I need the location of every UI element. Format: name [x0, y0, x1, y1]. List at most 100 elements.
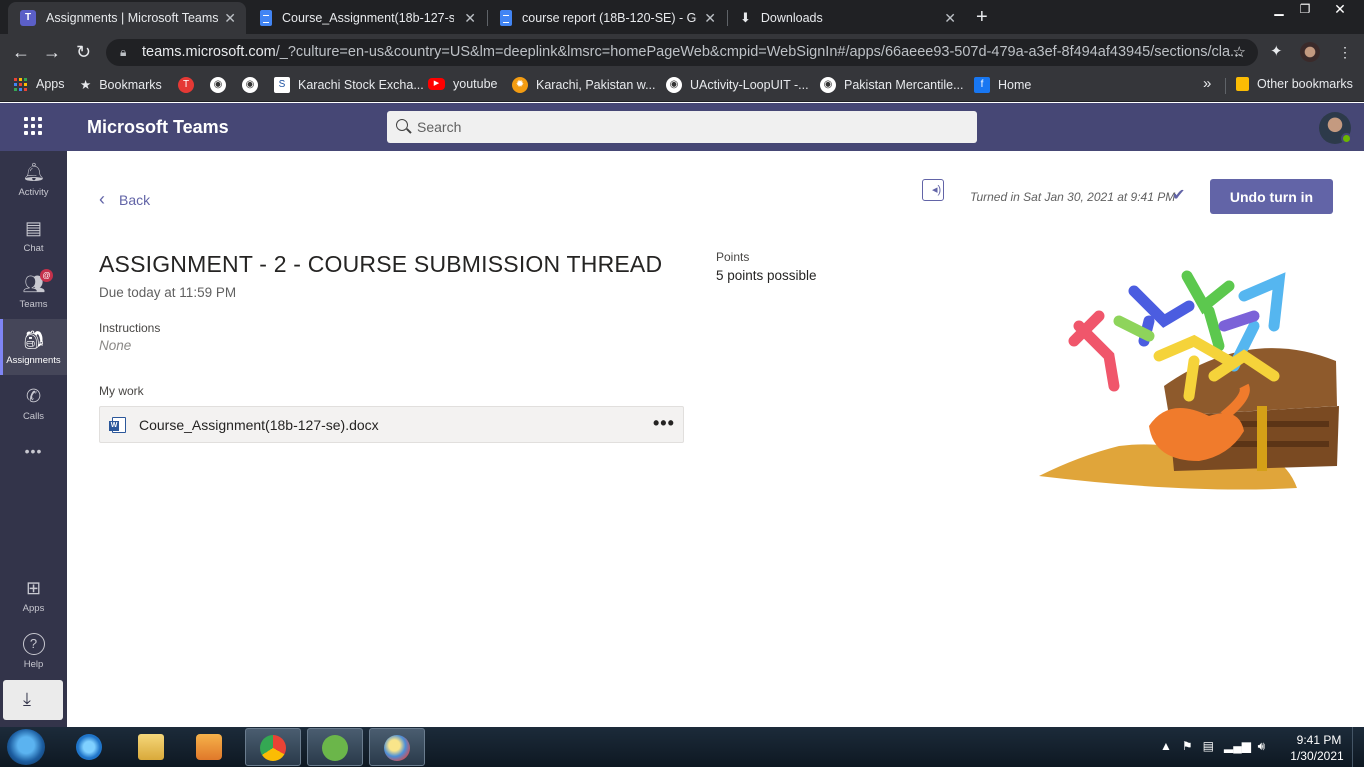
windows-taskbar: ▲ ⚑ ▤ ▂▄▆ 🔊︎ 9:41 PM 1/30/2021 [0, 727, 1364, 767]
mention-badge: @ [40, 269, 53, 282]
menu-kebab-icon[interactable]: ⋮ [1338, 42, 1352, 62]
rail-more-button[interactable]: ••• [0, 443, 67, 473]
utorrent-taskbar-icon[interactable] [307, 728, 363, 766]
app-rail: 🔔︎ Activity ▤ Chat 👥︎ Teams 🎒︎ Assignmen… [0, 151, 67, 727]
instructions-value: None [99, 338, 132, 353]
more-options-icon[interactable]: ••• [653, 413, 675, 434]
url-host: teams.microsoft.com [142, 44, 276, 60]
phone-icon: ✆ [25, 386, 42, 406]
bookmark-divider [1225, 78, 1226, 94]
presence-available-icon [1341, 133, 1352, 144]
profile-avatar-icon[interactable] [1300, 42, 1320, 62]
tab-downloads[interactable]: ⬇ Downloads ✕ [728, 2, 966, 34]
download-icon: ⤓ [23, 689, 31, 709]
new-tab-button[interactable]: + [976, 6, 988, 29]
rail-item-chat[interactable]: ▤ Chat [0, 207, 67, 263]
assignment-title: ASSIGNMENT - 2 - COURSE SUBMISSION THREA… [99, 251, 663, 277]
back-link[interactable]: ‹ Back [99, 189, 150, 210]
paint-taskbar-icon[interactable] [369, 728, 425, 766]
app-launcher-icon[interactable] [24, 117, 42, 135]
reload-icon[interactable]: ↻ [76, 42, 91, 62]
rail-item-help[interactable]: ? Help [0, 623, 67, 679]
restore-button[interactable]: ❐ [1294, 0, 1316, 18]
url-path: /_?culture=en-us&country=US&lm=deeplink&… [275, 44, 1243, 60]
tab-title: Downloads [760, 11, 823, 25]
bookmark-other[interactable]: Other bookmarks [1236, 77, 1353, 91]
tab-title: course report (18B-120-SE) - Google Docs [522, 11, 697, 25]
rail-item-activity[interactable]: 🔔︎ Activity [0, 151, 67, 207]
url-field[interactable]: 🔒︎ teams.microsoft.com/_?culture=en-us&c… [106, 39, 1258, 66]
teams-icon: T [20, 10, 36, 26]
my-work-label: My work [99, 384, 144, 398]
bookmark-home[interactable]: f Home [974, 77, 1031, 93]
app-title: Microsoft Teams [87, 117, 229, 137]
internet-explorer-icon[interactable] [62, 728, 118, 766]
bookmark-uactivity[interactable]: ◉ UActivity-LoopUIT -... [666, 77, 809, 93]
file-explorer-icon[interactable] [124, 728, 180, 766]
chrome-taskbar-icon[interactable] [245, 728, 301, 766]
taskbar-date[interactable]: 1/30/2021 [1286, 749, 1348, 763]
close-tab-icon[interactable]: ✕ [704, 10, 716, 27]
more-bookmarks-chevron[interactable]: » [1203, 75, 1211, 92]
bookmark-globe-1[interactable]: ◉ [210, 77, 234, 93]
forward-arrow-icon[interactable]: → [43, 42, 61, 62]
back-arrow-icon[interactable]: ← [12, 42, 30, 62]
minimize-button[interactable]: ▁ [1268, 0, 1290, 18]
close-tab-icon[interactable]: ✕ [944, 10, 956, 27]
download-app-button[interactable]: ⤓ [3, 680, 63, 720]
tab-course-assignment[interactable]: Course_Assignment(18b-127-se) - Google D… [248, 2, 486, 34]
bookmark-karachi-stock[interactable]: S Karachi Stock Excha... [274, 77, 424, 93]
address-bar-row: ← → ↻ 🔒︎ teams.microsoft.com/_?culture=e… [0, 34, 1364, 70]
search-icon [396, 119, 408, 131]
bookmark-apps[interactable]: Apps [14, 77, 65, 91]
bookmark-globe-2[interactable]: ◉ [242, 77, 266, 93]
search-placeholder: Search [417, 119, 462, 135]
undo-turn-in-button[interactable]: Undo turn in [1210, 179, 1333, 214]
bookmark-pakistan-mercantile[interactable]: ◉ Pakistan Mercantile... [820, 77, 964, 93]
lock-icon: 🔒︎ [120, 45, 127, 59]
attached-file[interactable]: Course_Assignment(18b-127-se).docx ••• [99, 406, 684, 443]
search-input[interactable]: Search [387, 111, 977, 143]
immersive-reader-icon[interactable]: ◂) [922, 179, 944, 201]
points-label: Points [716, 250, 750, 264]
help-icon: ? [22, 633, 45, 655]
instructions-label: Instructions [99, 321, 161, 335]
browser-tab-bar: T Assignments | Microsoft Teams ✕ Course… [0, 0, 1364, 34]
globe-icon: ◉ [820, 77, 836, 93]
bookmark-karachi-weather[interactable]: ✹ Karachi, Pakistan w... [512, 77, 656, 93]
bookmark-t[interactable]: T [178, 77, 202, 93]
close-tab-icon[interactable]: ✕ [464, 10, 476, 27]
close-window-button[interactable]: ✕ [1320, 0, 1360, 18]
tab-course-report[interactable]: course report (18B-120-SE) - Google Docs… [488, 2, 726, 34]
rail-item-assignments[interactable]: 🎒︎ Assignments [0, 319, 67, 375]
globe-icon: ◉ [242, 77, 258, 93]
sun-icon: ✹ [512, 77, 528, 93]
rail-item-teams[interactable]: 👥︎ Teams [0, 263, 67, 319]
bookmark-youtube[interactable]: ▶ youtube [428, 77, 497, 91]
treasure-chest-illustration [1039, 270, 1339, 490]
show-desktop-button[interactable] [1352, 727, 1364, 767]
word-document-icon [109, 417, 126, 433]
bookmark-star-icon[interactable]: ☆ [1233, 39, 1246, 66]
checkmark-icon: ✔ [1172, 187, 1186, 204]
google-docs-icon [500, 10, 512, 26]
star-icon: ★ [80, 78, 92, 92]
taskbar-time[interactable]: 9:41 PM [1290, 733, 1348, 747]
windows-start-button[interactable] [7, 729, 45, 765]
tab-title: Course_Assignment(18b-127-se) - Google D… [282, 11, 454, 25]
turned-in-status: Turned in Sat Jan 30, 2021 at 9:41 PM [970, 190, 1176, 204]
bookmarks-bar: Apps ★ Bookmarks T ◉ ◉ S Karachi Stock E… [0, 70, 1364, 102]
rail-item-apps[interactable]: ⊞ Apps [0, 567, 67, 623]
system-tray[interactable]: ▲ ⚑ ▤ ▂▄▆ 🔊︎ [1160, 739, 1265, 754]
extensions-icon[interactable]: ✦ [1270, 42, 1283, 62]
download-icon: ⬇ [740, 10, 751, 25]
tab-title: Assignments | Microsoft Teams [46, 11, 219, 25]
back-label: Back [119, 191, 151, 208]
youtube-icon: ▶ [428, 78, 445, 90]
rail-item-calls[interactable]: ✆ Calls [0, 375, 67, 431]
close-tab-icon[interactable]: ✕ [224, 10, 236, 27]
bookmark-bookmarks[interactable]: ★ Bookmarks [80, 77, 162, 93]
tab-teams[interactable]: T Assignments | Microsoft Teams ✕ [8, 2, 246, 34]
apps-icon: ⊞ [25, 578, 42, 598]
media-player-icon[interactable] [182, 728, 238, 766]
